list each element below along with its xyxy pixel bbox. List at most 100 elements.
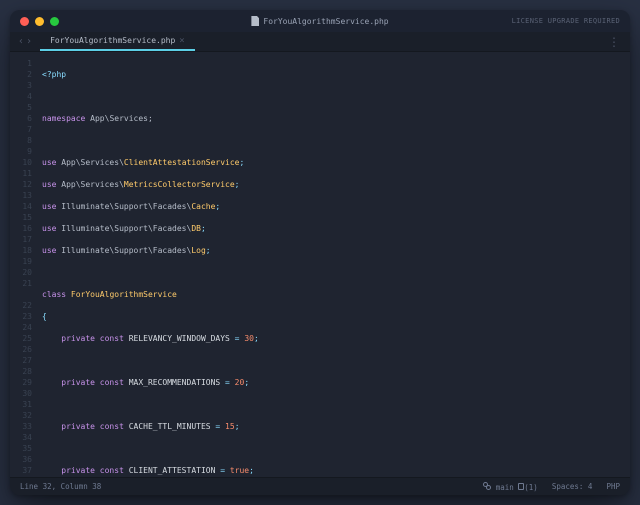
code-text: true	[230, 466, 249, 475]
code-text: use	[42, 158, 56, 167]
line-gutter: 123456789101112131415161718192021 222324…	[10, 52, 38, 477]
code-text: 15	[225, 422, 235, 431]
titlebar: ForYouAlgorithmService.php LICENSE UPGRA…	[10, 10, 630, 32]
code-text: private const	[42, 466, 129, 475]
code-text: use	[42, 224, 56, 233]
code-text: Log	[191, 246, 205, 255]
gutter-line-number: 1	[10, 58, 32, 69]
code-text: App\Services\	[56, 158, 123, 167]
gutter-line-number: 5	[10, 102, 32, 113]
code-text: =	[211, 422, 225, 431]
gutter-line-number: 3	[10, 80, 32, 91]
code-text: ;	[215, 202, 220, 211]
code-text: CLIENT_ATTESTATION	[129, 466, 216, 475]
code-text: =	[215, 466, 229, 475]
gutter-line-number: 29	[10, 377, 32, 388]
code-text: Cache	[191, 202, 215, 211]
gutter-line-number: 23	[10, 311, 32, 322]
git-branch[interactable]: main (1)	[483, 482, 538, 492]
code-text: MAX_RECOMMENDATIONS	[129, 378, 221, 387]
code-text: ClientAttestationService	[124, 158, 240, 167]
gutter-line-number: 13	[10, 190, 32, 201]
gutter-line-number: 30	[10, 388, 32, 399]
gutter-line-number: 25	[10, 333, 32, 344]
code-text: private const	[42, 378, 129, 387]
diff-count: (1)	[524, 483, 538, 492]
code-text: ;	[249, 466, 254, 475]
gutter-line-number: 18	[10, 245, 32, 256]
language-status[interactable]: PHP	[606, 482, 620, 491]
code-text: App\Services;	[85, 114, 152, 123]
gutter-line-number: 37	[10, 465, 32, 476]
indent-status[interactable]: Spaces: 4	[552, 482, 593, 491]
code-text: CACHE_TTL_MINUTES	[129, 422, 211, 431]
gutter-line-number: 21	[10, 278, 32, 289]
branch-name: main	[496, 483, 514, 492]
gutter-line-number: 31	[10, 399, 32, 410]
gutter-line-number: 16	[10, 223, 32, 234]
gutter-line-number: 7	[10, 124, 32, 135]
code-text: ;	[235, 180, 240, 189]
branch-icon	[483, 482, 491, 490]
code-text: {	[42, 312, 47, 321]
code-area[interactable]: <?php namespace App\Services; use App\Se…	[38, 52, 630, 477]
gutter-line-number: 6	[10, 113, 32, 124]
gutter-line-number: 24	[10, 322, 32, 333]
gutter-line-number: 19	[10, 256, 32, 267]
code-text: MetricsCollectorService	[124, 180, 235, 189]
tab-overflow-button[interactable]: ⋮	[598, 32, 630, 51]
code-text: use	[42, 246, 56, 255]
code-text: use	[42, 202, 56, 211]
code-text: namespace	[42, 114, 85, 123]
gutter-line-number: 36	[10, 454, 32, 465]
gutter-line-number: 27	[10, 355, 32, 366]
editor: 123456789101112131415161718192021 222324…	[10, 52, 630, 477]
code-text: Illuminate\Support\Facades\	[56, 246, 191, 255]
code-text: 20	[235, 378, 245, 387]
gutter-line-number: 17	[10, 234, 32, 245]
gutter-line-number: 32	[10, 410, 32, 421]
window-title-text: ForYouAlgorithmService.php	[263, 17, 388, 26]
code-text: Illuminate\Support\Facades\	[56, 202, 191, 211]
gutter-line-number: 35	[10, 443, 32, 454]
nav-forward-icon[interactable]: ›	[26, 37, 32, 47]
code-text: DB	[191, 224, 201, 233]
gutter-line-number: 2	[10, 69, 32, 80]
code-text: ;	[239, 158, 244, 167]
code-text: class	[42, 290, 66, 299]
code-text: private const	[42, 422, 129, 431]
window-title: ForYouAlgorithmService.php	[10, 16, 630, 26]
code-text: ;	[201, 224, 206, 233]
code-text: =	[220, 378, 234, 387]
gutter-line-number: 22	[10, 300, 32, 311]
code-text: 30	[244, 334, 254, 343]
code-text: ;	[206, 246, 211, 255]
nav-buttons: ‹ ›	[10, 32, 40, 51]
code-text: use	[42, 180, 56, 189]
code-text: <?php	[42, 70, 66, 79]
tabbar: ‹ › ForYouAlgorithmService.php × ⋮	[10, 32, 630, 52]
gutter-line-number: 14	[10, 201, 32, 212]
close-tab-icon[interactable]: ×	[179, 36, 184, 46]
gutter-line-number: 12	[10, 179, 32, 190]
gutter-line-number: 26	[10, 344, 32, 355]
gutter-line-number: 33	[10, 421, 32, 432]
gutter-line-number: 9	[10, 146, 32, 157]
gutter-line-number	[10, 289, 32, 300]
gutter-line-number: 20	[10, 267, 32, 278]
file-icon	[251, 16, 259, 26]
diff-icon	[518, 483, 524, 490]
code-text: Illuminate\Support\Facades\	[56, 224, 191, 233]
code-text: RELEVANCY_WINDOW_DAYS	[129, 334, 230, 343]
gutter-line-number: 34	[10, 432, 32, 443]
tab-label: ForYouAlgorithmService.php	[50, 36, 175, 45]
tab-active[interactable]: ForYouAlgorithmService.php ×	[40, 32, 195, 51]
gutter-line-number: 8	[10, 135, 32, 146]
code-text: ForYouAlgorithmService	[66, 290, 177, 299]
code-text: private const	[42, 334, 129, 343]
gutter-line-number: 4	[10, 91, 32, 102]
nav-back-icon[interactable]: ‹	[18, 37, 24, 47]
code-text: App\Services\	[56, 180, 123, 189]
gutter-line-number: 11	[10, 168, 32, 179]
cursor-position[interactable]: Line 32, Column 38	[20, 482, 101, 491]
